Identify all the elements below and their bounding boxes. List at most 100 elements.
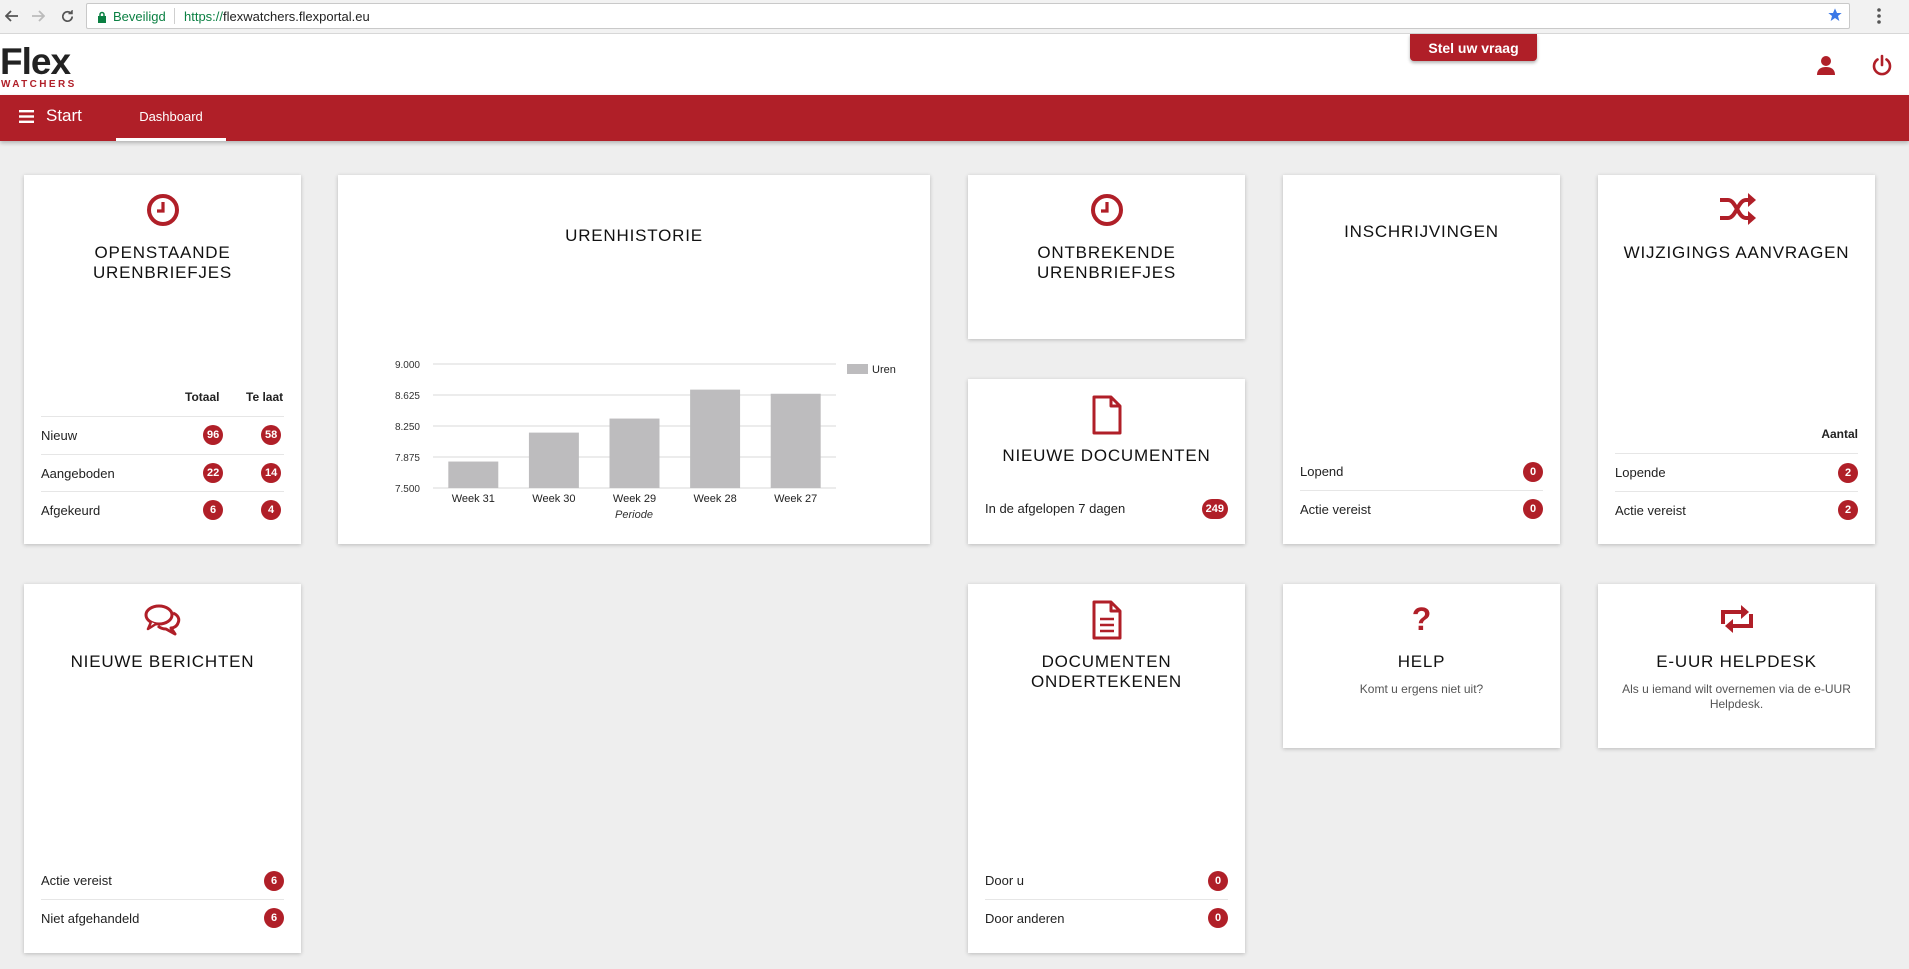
count-badge: 0: [1523, 461, 1543, 482]
card-inschrijvingen[interactable]: INSCHRIJVINGEN Lopend 0 Actie vereist 0: [1283, 175, 1560, 544]
x-tick-label: Week 27: [774, 493, 817, 505]
row-label: Actie vereist: [1615, 502, 1686, 518]
card-nieuwe-documenten[interactable]: NIEUWE DOCUMENTEN In de afgelopen 7 dage…: [968, 379, 1245, 544]
hamburger-icon: [19, 109, 34, 123]
url-host: flexwatchers.flexportal.eu: [223, 9, 370, 24]
row-label: Lopend: [1300, 464, 1344, 479]
list-item[interactable]: In de afgelopen 7 dagen 249: [985, 490, 1228, 527]
secure-label: Beveiligd: [113, 9, 166, 24]
user-icon[interactable]: [1813, 52, 1839, 78]
url-scheme: https://: [184, 9, 224, 24]
start-menu-button[interactable]: Start: [19, 106, 82, 126]
x-tick-label: Week 31: [452, 493, 495, 505]
registration-list: Lopend 0 Actie vereist 0: [1300, 453, 1543, 527]
bookmark-star-icon[interactable]: [1827, 7, 1843, 28]
address-bar[interactable]: Beveiligd https://flexwatchers.flexporta…: [86, 3, 1850, 29]
browser-chrome: Beveiligd https://flexwatchers.flexporta…: [0, 0, 1909, 34]
card-subtitle: Als u iemand wilt overnemen via de e-UUR…: [1622, 682, 1851, 711]
list-item[interactable]: Actie vereist 6: [41, 862, 284, 899]
ask-question-button[interactable]: Stel uw vraag: [1410, 34, 1537, 61]
bar-chart: 7.500 7.875 8.250 8.625 9.000 Week 31 Week 30 W…: [395, 360, 896, 521]
start-label: Start: [46, 106, 82, 125]
row-label: Door u: [985, 873, 1025, 888]
legend-swatch: [847, 364, 868, 374]
status-list: Nieuw 96 58 Aangeboden 22 14 Afgekeurd 6…: [41, 416, 284, 528]
divider: [174, 8, 175, 24]
card-title: WIJZIGINGS AANVRAGEN: [1623, 243, 1850, 262]
change-request-list: Lopende 2 Actie vereist 2: [1615, 453, 1858, 528]
card-e-uur-helpdesk[interactable]: E-UUR HELPDESK Als u iemand wilt overnem…: [1598, 584, 1875, 748]
logo-main: Flex: [0, 43, 90, 80]
logo-text: Flex: [0, 41, 71, 82]
list-item[interactable]: Actie vereist 0: [1300, 490, 1543, 527]
count-badge: 0: [1208, 870, 1228, 891]
legend-label: Uren: [872, 364, 896, 376]
list-item[interactable]: Afgekeurd 6 4: [41, 491, 284, 528]
card-title: NIEUWE BERICHTEN: [70, 652, 255, 671]
card-nieuwe-berichten[interactable]: NIEUWE BERICHTEN Actie vereist 6 Niet af…: [24, 584, 301, 953]
row-label: Lopende: [1615, 465, 1666, 480]
row-label: Aangeboden: [41, 465, 115, 481]
count-badge: 0: [1208, 908, 1228, 928]
reload-icon[interactable]: [57, 6, 77, 26]
list-item[interactable]: Door anderen 0: [985, 899, 1228, 936]
main-navbar: Start Dashboard: [0, 95, 1909, 141]
file-text-icon: [968, 600, 1245, 640]
power-icon[interactable]: [1869, 52, 1895, 78]
clock-icon: [968, 193, 1245, 227]
count-badge: 0: [1523, 499, 1543, 519]
back-icon[interactable]: [2, 6, 22, 26]
clock-icon: [24, 193, 301, 227]
row-label: Afgekeurd: [41, 502, 101, 518]
question-mark-icon: ?: [1411, 601, 1432, 637]
y-tick-label: 9.000: [395, 360, 420, 371]
count-badge: 6: [264, 908, 284, 928]
card-subtitle: Komt u ergens niet uit?: [1359, 682, 1484, 696]
url-text[interactable]: https://flexwatchers.flexportal.eu: [184, 9, 370, 24]
list-item[interactable]: Aangeboden 22 14: [41, 454, 284, 491]
list-item[interactable]: Actie vereist 2: [1615, 491, 1858, 528]
list-item[interactable]: Niet afgehandeld 6: [41, 899, 284, 936]
logo[interactable]: Flex WATCHERS: [0, 43, 90, 91]
chat-icon: [24, 604, 301, 636]
row-label: Niet afgehandeld: [41, 910, 140, 926]
card-documenten-ondertekenen[interactable]: DOCUMENTEN ONDERTEKENEN Door u 0 Door an…: [968, 584, 1245, 953]
bar[interactable]: [690, 389, 741, 488]
card-title: OPENSTAANDE URENBRIEFJES: [92, 243, 232, 282]
tab-dashboard[interactable]: Dashboard: [116, 95, 226, 141]
row-label: Door anderen: [985, 910, 1065, 926]
count-badge: 6: [203, 500, 223, 520]
card-wijzigings-aanvragen[interactable]: WIJZIGINGS AANVRAGEN Aantal Lopende 2 Ac…: [1598, 175, 1875, 544]
card-help[interactable]: ? HELP Komt u ergens niet uit?: [1283, 584, 1560, 748]
x-tick-label: Week 29: [613, 493, 656, 505]
bar[interactable]: [770, 393, 821, 488]
document-list: In de afgelopen 7 dagen 249: [985, 490, 1228, 527]
list-item[interactable]: Nieuw 96 58: [41, 417, 284, 454]
lock-icon: [98, 11, 106, 23]
bar[interactable]: [609, 418, 660, 488]
browser-menu-icon[interactable]: [1876, 7, 1882, 30]
bar[interactable]: [528, 432, 579, 488]
y-tick-label: 8.625: [395, 391, 420, 402]
card-openstaande-urenbriefjes[interactable]: OPENSTAANDE URENBRIEFJES Totaal Te laat …: [24, 175, 301, 544]
list-item[interactable]: Lopende 2: [1615, 454, 1858, 491]
card-ontbrekende-urenbriefjes[interactable]: ONTBREKENDE URENBRIEFJES: [968, 175, 1245, 339]
y-tick-label: 8.250: [395, 422, 420, 433]
count-badge: 2: [1838, 500, 1858, 520]
count-badge: 6: [264, 870, 284, 891]
document-icon: [968, 395, 1245, 435]
bar[interactable]: [448, 461, 499, 488]
x-tick-label: Week 30: [532, 493, 575, 505]
security-indicator[interactable]: Beveiligd: [97, 9, 166, 24]
signing-list: Door u 0 Door anderen 0: [985, 862, 1228, 936]
column-header-te-laat: Te laat: [246, 390, 284, 404]
column-header-totaal: Totaal: [185, 390, 220, 404]
list-item[interactable]: Door u 0: [985, 862, 1228, 899]
row-label: Actie vereist: [1300, 501, 1371, 517]
card-title: NIEUWE DOCUMENTEN: [1002, 446, 1211, 465]
card-title: E-UUR HELPDESK: [1656, 652, 1817, 671]
list-item[interactable]: Lopend 0: [1300, 453, 1543, 490]
x-tick-label: Week 28: [693, 493, 736, 505]
forward-icon[interactable]: [28, 6, 48, 26]
card-urenhistorie[interactable]: URENHISTORIE 7.500 7.875 8.250 8.625 9.000 We…: [338, 175, 930, 544]
